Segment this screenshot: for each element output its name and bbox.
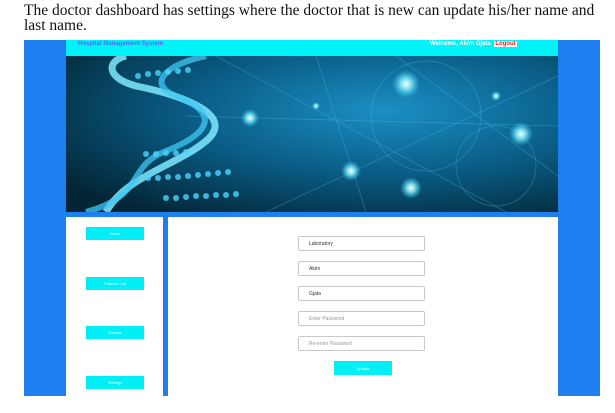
welcome-message: Welcome, Akim Gjata Logout bbox=[430, 41, 517, 47]
top-bar: Hospital Management System Welcome, Akim… bbox=[66, 40, 558, 56]
sidebar-item-settings[interactable]: Settings bbox=[86, 376, 144, 389]
screenshot-caption: The doctor dashboard has settings where … bbox=[24, 2, 595, 34]
sidebar-item-patients-list[interactable]: Patients List bbox=[86, 277, 144, 290]
reenter-password-field[interactable] bbox=[298, 336, 425, 351]
user-name: Akim Gjata bbox=[459, 41, 491, 47]
sidebar-item-home[interactable]: Home bbox=[86, 227, 144, 240]
system-title: Hospital Management System bbox=[78, 41, 164, 47]
settings-panel: Update bbox=[168, 217, 558, 396]
last-name-field[interactable] bbox=[298, 286, 425, 301]
first-name-field[interactable] bbox=[298, 261, 425, 276]
logout-link[interactable]: Logout bbox=[494, 41, 517, 47]
dna-illustration bbox=[66, 56, 558, 212]
app-window: Hospital Management System Welcome, Akim… bbox=[24, 40, 600, 396]
sidebar: Home Patients List Results Settings bbox=[66, 217, 163, 396]
update-button[interactable]: Update bbox=[334, 361, 392, 375]
dna-banner-image bbox=[66, 56, 558, 212]
department-field[interactable] bbox=[298, 236, 425, 251]
welcome-label: Welcome, bbox=[430, 41, 458, 47]
sidebar-item-results[interactable]: Results bbox=[86, 326, 144, 339]
password-field[interactable] bbox=[298, 311, 425, 326]
